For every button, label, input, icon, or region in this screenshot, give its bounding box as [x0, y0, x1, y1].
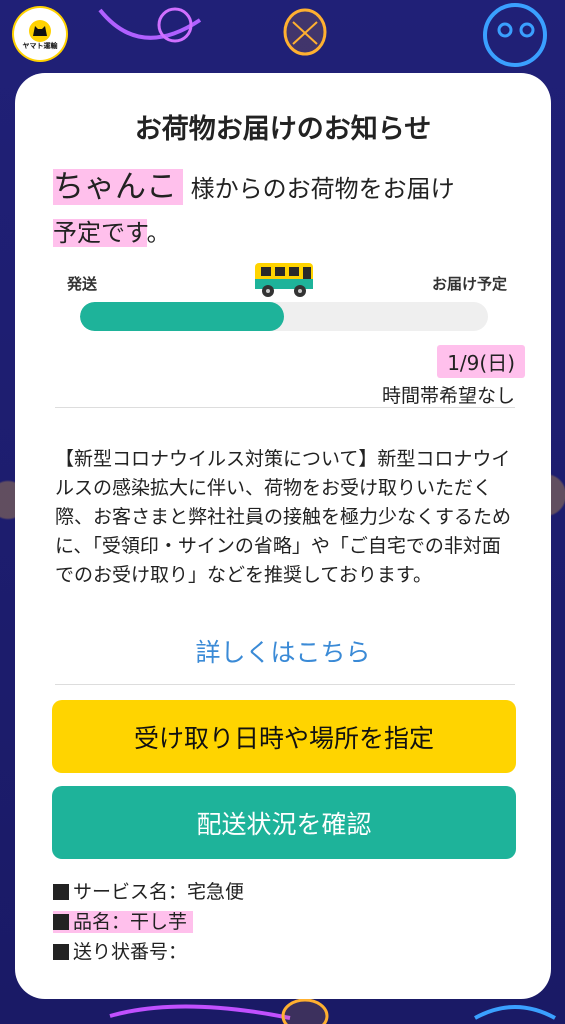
covid-notice: 【新型コロナウイルス対策について】新型コロナウイルスの感染拡大に伴い、荷物をお受…: [55, 448, 512, 586]
check-status-button-label: 配送状況を確認: [196, 809, 372, 839]
delivery-truck-icon: [255, 263, 313, 297]
time-preference: 時間帯希望なし: [381, 385, 515, 407]
delivery-progress-bar: [80, 302, 488, 331]
sender-message: ちゃんこ 様からのお荷物をお届け 予定です。: [53, 165, 513, 255]
bullet-square-icon: [53, 944, 69, 960]
page-title: お荷物お届けのお知らせ: [134, 114, 432, 145]
check-status-button[interactable]: 配送状況を確認: [52, 786, 516, 859]
sender-name: ちゃんこ: [53, 169, 183, 205]
pineapple-icon: [283, 8, 327, 56]
specify-delivery-button[interactable]: 受け取り日時や場所を指定: [52, 700, 516, 773]
sender-text-3: 。: [146, 219, 171, 247]
logo-text: ヤマト運輸: [22, 42, 58, 50]
tracking-number-row: 送り状番号：: [53, 937, 187, 964]
progress-label-start: 発送: [67, 275, 98, 293]
progress-label-end: お届け予定: [431, 275, 507, 293]
notification-card: お荷物お届けのお知らせ ちゃんこ 様からのお荷物をお届け 予定です。 発送 お届…: [15, 73, 551, 999]
item-name-row: 品名：干し芋: [53, 907, 194, 934]
bullet-square-icon: [53, 914, 69, 930]
tracking-number: 送り状番号：: [73, 941, 188, 963]
sender-text-1: 様からのお荷物をお届け: [190, 175, 455, 203]
item-name: 品名：干し芋: [73, 911, 188, 933]
neon-decoration-icon: [109, 1004, 291, 1020]
sender-text-2: 予定です: [53, 219, 147, 247]
details-link[interactable]: 詳しくはこちら: [15, 633, 551, 669]
service-name: サービス名：宅急便: [73, 881, 245, 903]
yamato-logo: ヤマト運輸: [14, 8, 66, 60]
neon-decoration-icon: [98, 7, 202, 43]
neon-decoration-icon: [474, 1005, 556, 1020]
character-neon-icon: [483, 3, 547, 67]
divider: [55, 684, 515, 685]
black-cat-icon: [29, 20, 51, 42]
service-name-row: サービス名：宅急便: [53, 877, 244, 904]
specify-delivery-button-label: 受け取り日時や場所を指定: [133, 723, 434, 753]
delivery-date: 1/9(日): [437, 345, 525, 378]
progress-fill: [80, 302, 284, 331]
divider: [55, 407, 515, 408]
bullet-square-icon: [53, 884, 69, 900]
